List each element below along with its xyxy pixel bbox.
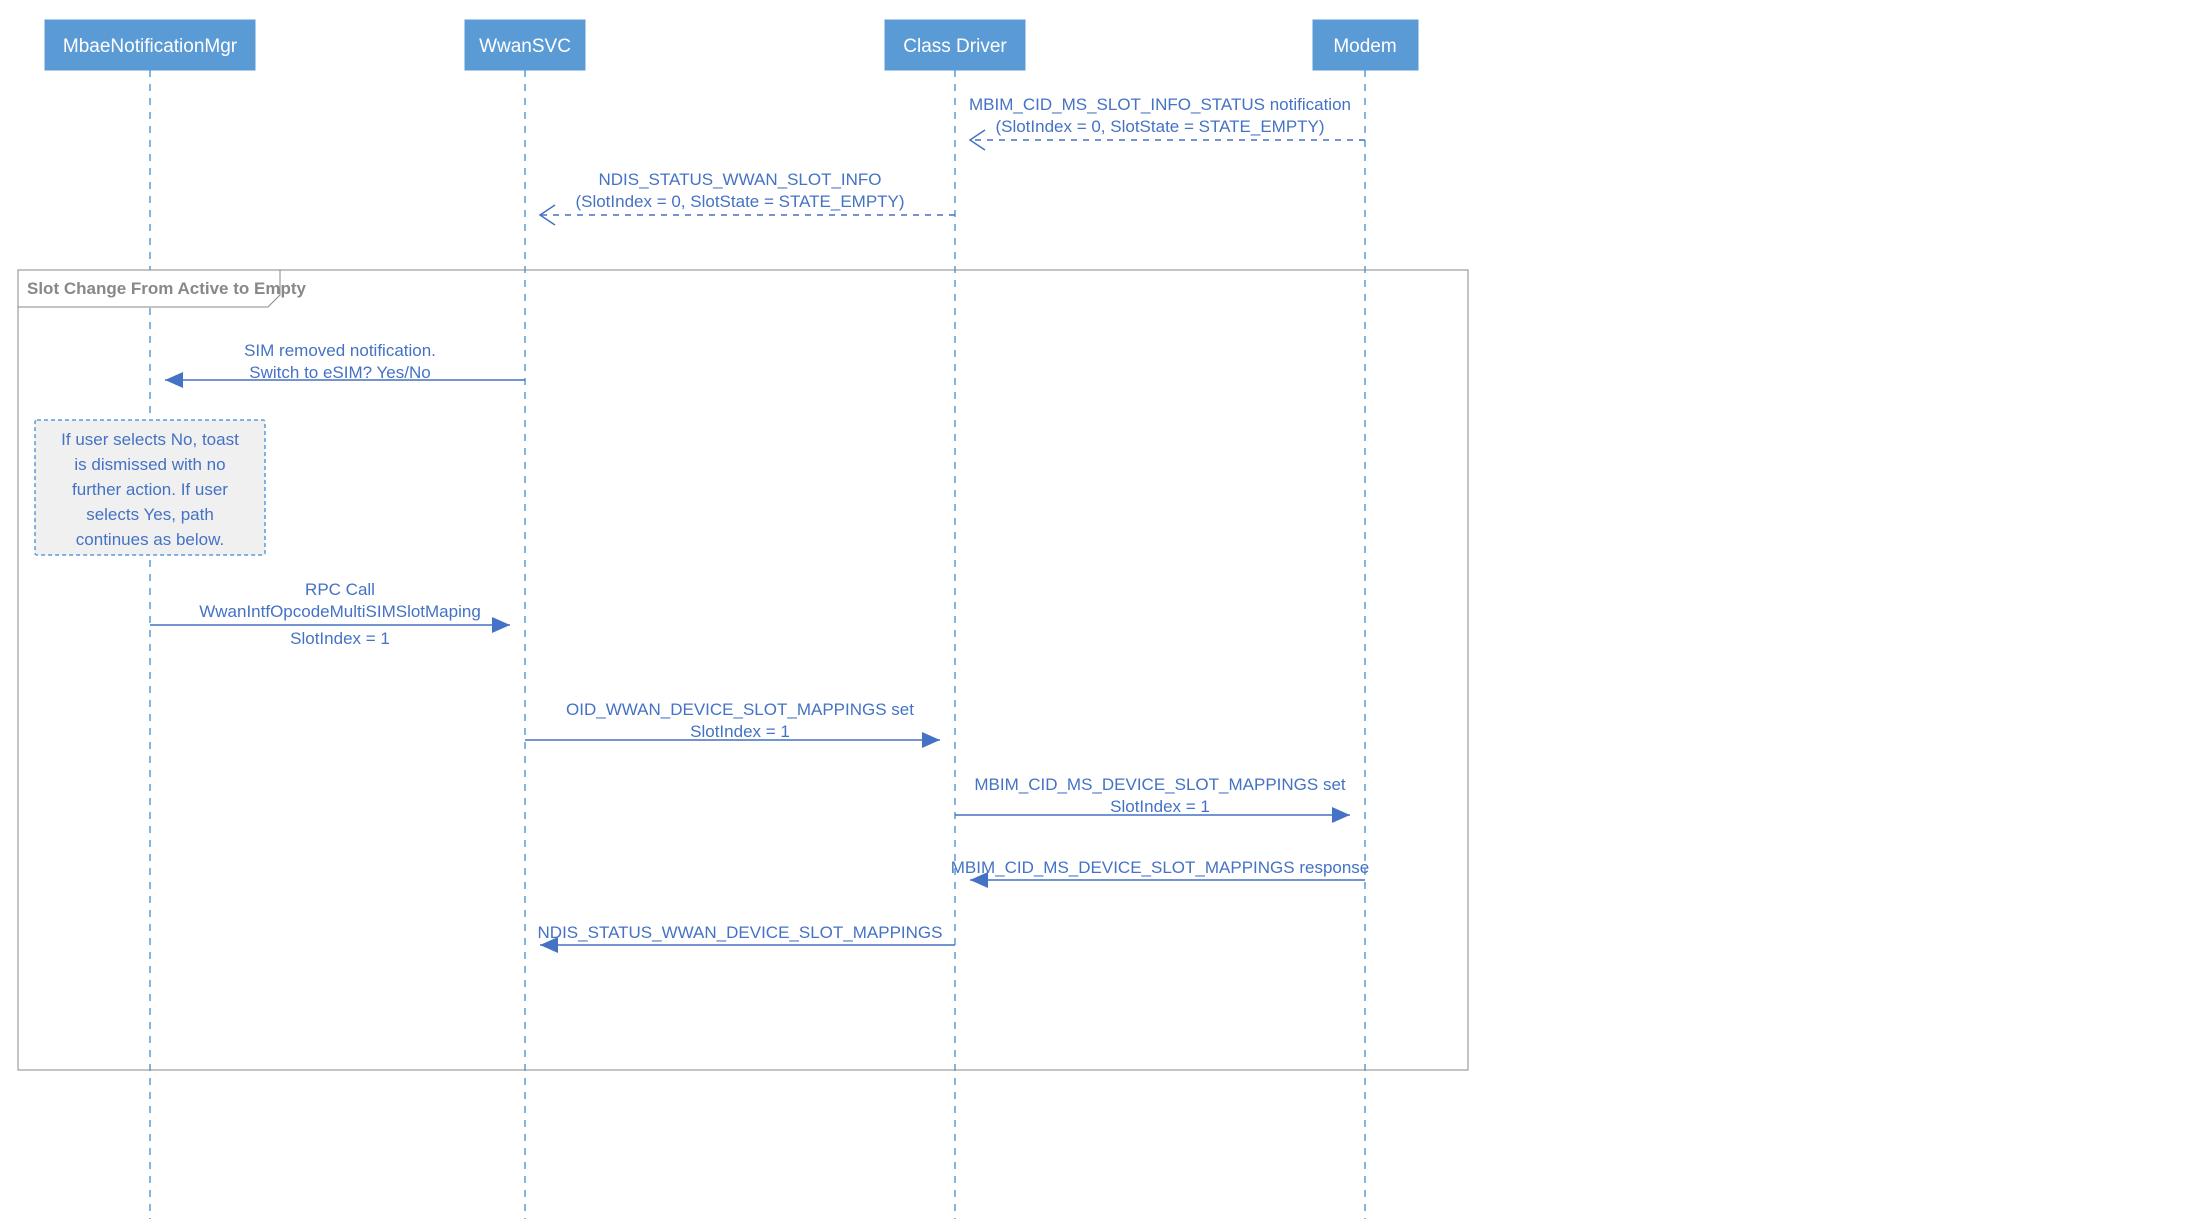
msg2-text2: (SlotIndex = 0, SlotState = STATE_EMPTY) [575,192,904,211]
msg4-arrow [492,617,510,633]
actor-classdriver-label: Class Driver [903,36,1007,57]
msg3-text1: SIM removed notification. [244,341,436,360]
msg4-text1: RPC Call [305,580,375,599]
msg6-text2: SlotIndex = 1 [1110,797,1210,816]
msg6-arrow [1332,807,1350,823]
msg5-text1: OID_WWAN_DEVICE_SLOT_MAPPINGS set [566,700,914,719]
note-l1: If user selects No, toast [61,430,239,449]
msg4-text2: WwanIntfOpcodeMultiSIMSlotMaping [199,602,481,621]
actor-mbae-label: MbaeNotificationMgr [63,36,238,57]
msg7-text: MBIM_CID_MS_DEVICE_SLOT_MAPPINGS respons… [951,858,1370,877]
actor-modem-label: Modem [1333,36,1396,57]
msg6-text1: MBIM_CID_MS_DEVICE_SLOT_MAPPINGS set [974,775,1346,794]
msg5-text2: SlotIndex = 1 [690,722,790,741]
msg3-text2: Switch to eSIM? Yes/No [249,363,430,382]
sequence-diagram: MbaeNotificationMgr WwanSVC Class Driver… [0,0,2198,1219]
note-l2: is dismissed with no [74,455,225,474]
note-l4: selects Yes, path [86,505,214,524]
note-l5: continues as below. [76,530,224,549]
frame-label: Slot Change From Active to Empty [27,279,307,298]
msg5-arrow [922,732,940,748]
msg2-text1: NDIS_STATUS_WWAN_SLOT_INFO [598,170,881,189]
msg3-arrow [165,372,183,388]
note-l3: further action. If user [72,480,228,499]
frame-rect [18,270,1468,1070]
msg1-text2: (SlotIndex = 0, SlotState = STATE_EMPTY) [995,117,1324,136]
msg4-text3: SlotIndex = 1 [290,629,390,648]
actor-wwansvc-label: WwanSVC [479,36,571,57]
msg8-text: NDIS_STATUS_WWAN_DEVICE_SLOT_MAPPINGS [538,923,943,942]
msg1-text1: MBIM_CID_MS_SLOT_INFO_STATUS notificatio… [969,95,1351,114]
